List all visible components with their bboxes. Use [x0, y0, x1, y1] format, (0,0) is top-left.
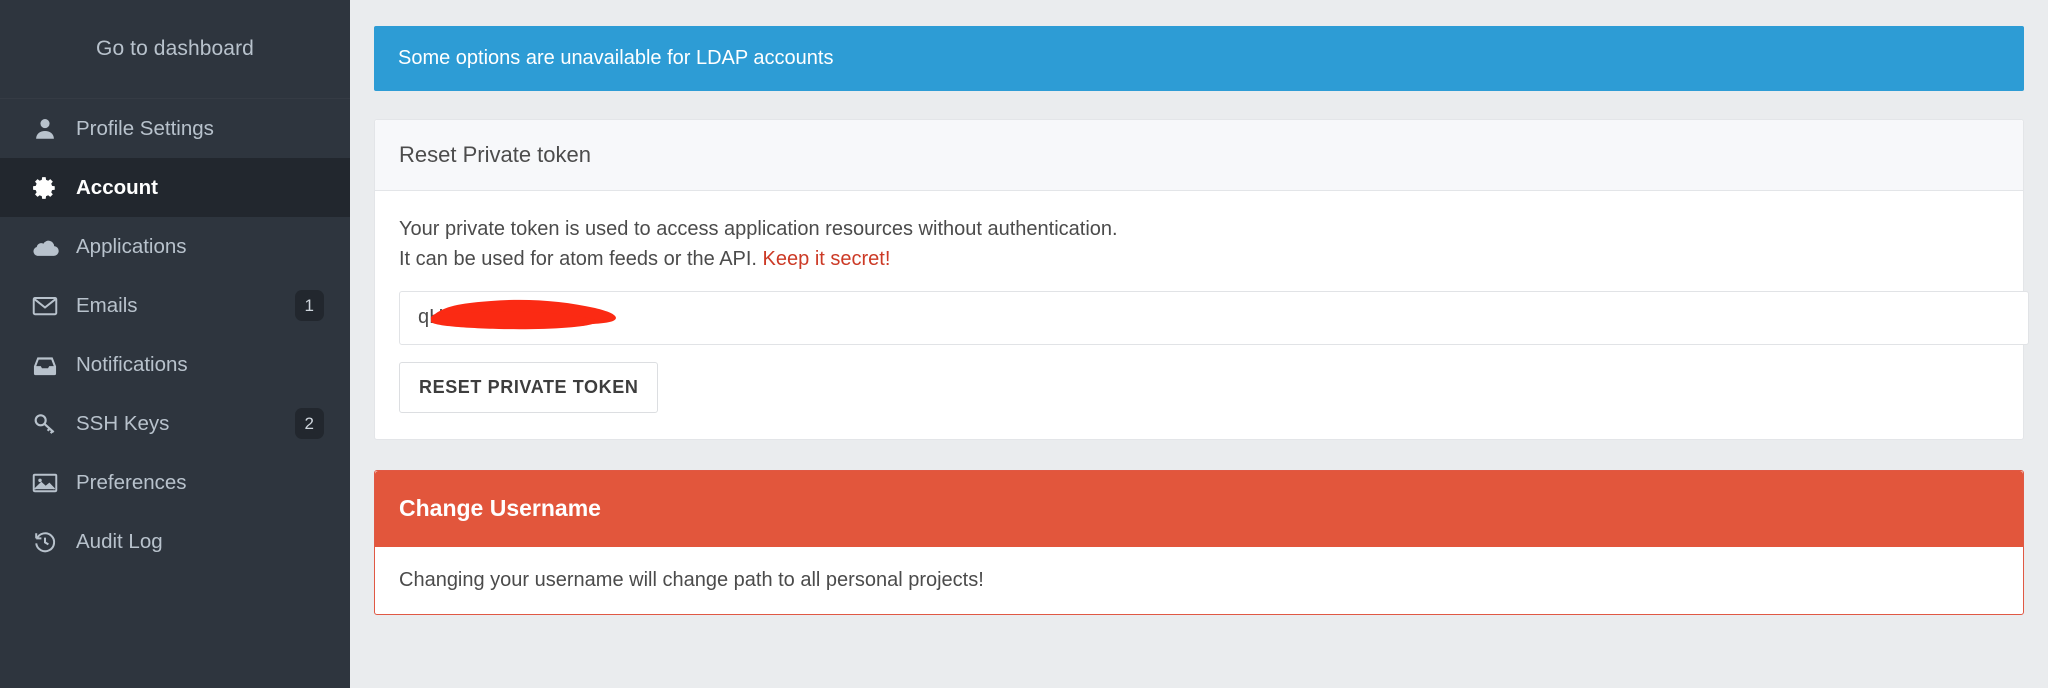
key-icon [32, 410, 66, 438]
sidebar-item-audit-log[interactable]: Audit Log [0, 512, 350, 571]
ldap-alert: Some options are unavailable for LDAP ac… [374, 26, 2024, 91]
sidebar-item-label: Preferences [76, 470, 187, 494]
content-inner: Some options are unavailable for LDAP ac… [374, 26, 2029, 615]
description-line-2-prefix: It can be used for atom feeds or the API… [399, 248, 763, 271]
inbox-icon [32, 351, 66, 379]
private-token-field-wrapper [399, 290, 2029, 345]
reset-private-token-panel: Reset Private token Your private token i… [374, 119, 2029, 440]
sidebar-item-label: Profile Settings [76, 116, 214, 140]
sidebar-item-profile-settings[interactable]: Profile Settings [0, 99, 350, 158]
reset-private-token-button[interactable]: RESET PRIVATE TOKEN [399, 361, 659, 413]
gear-icon [32, 174, 66, 202]
panel-title: Reset Private token [375, 120, 2023, 191]
user-icon [32, 115, 66, 143]
sidebar-nav: Profile Settings Account Applications Em… [0, 99, 350, 571]
description-line-1: Your private token is used to access app… [399, 218, 1118, 240]
cloud-icon [32, 233, 66, 261]
sidebar: Go to dashboard Profile Settings Account… [0, 0, 350, 688]
sidebar-item-label: Applications [76, 234, 187, 258]
panel-title: Change Username [375, 470, 2023, 547]
sidebar-header: Go to dashboard [0, 0, 350, 99]
sidebar-item-label: Audit Log [76, 529, 163, 553]
panel-body: Your private token is used to access app… [375, 191, 2029, 439]
sidebar-item-notifications[interactable]: Notifications [0, 335, 350, 394]
history-icon [32, 528, 66, 556]
image-icon [32, 469, 66, 497]
sidebar-item-applications[interactable]: Applications [0, 217, 350, 276]
private-token-input[interactable] [399, 290, 2029, 345]
sidebar-item-account[interactable]: Account [0, 158, 350, 217]
sidebar-item-ssh-keys[interactable]: SSH Keys 2 [0, 394, 350, 453]
private-token-description: Your private token is used to access app… [399, 214, 1999, 275]
sidebar-item-label: Emails [76, 293, 138, 317]
page-root: Go to dashboard Profile Settings Account… [0, 0, 2048, 688]
sidebar-item-label: SSH Keys [76, 411, 170, 435]
sidebar-badge-ssh-keys: 2 [294, 408, 324, 439]
sidebar-badge-emails: 1 [294, 290, 324, 321]
change-username-warning: Changing your username will change path … [399, 568, 984, 591]
sidebar-item-label: Account [76, 175, 158, 199]
sidebar-item-label: Notifications [76, 352, 188, 376]
envelope-icon [32, 292, 66, 320]
main-content: Some options are unavailable for LDAP ac… [350, 0, 2048, 688]
change-username-panel: Change Username Changing your username w… [374, 469, 2024, 615]
sidebar-item-preferences[interactable]: Preferences [0, 453, 350, 512]
ldap-alert-text: Some options are unavailable for LDAP ac… [398, 47, 834, 69]
keep-it-secret-link[interactable]: Keep it secret! [763, 248, 891, 270]
go-to-dashboard-link[interactable]: Go to dashboard [96, 37, 254, 61]
panel-body: Changing your username will change path … [375, 547, 2023, 614]
sidebar-item-emails[interactable]: Emails 1 [0, 276, 350, 335]
